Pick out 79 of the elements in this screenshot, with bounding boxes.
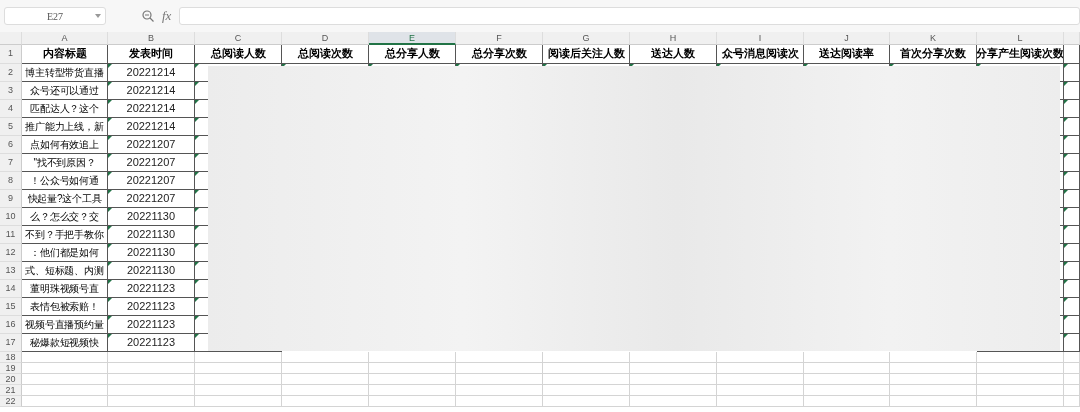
table-cell: 视频号直播预约量 <box>25 319 104 330</box>
column-header[interactable]: H <box>630 32 717 45</box>
column-title: 总阅读次数 <box>297 46 353 62</box>
table-cell: 式、短标题、内测 <box>25 265 104 276</box>
row-number[interactable]: 12 <box>0 244 22 262</box>
row-number[interactable]: 1 <box>0 45 22 64</box>
table-cell: ！公众号如何通 <box>30 175 99 186</box>
row-number[interactable]: 19 <box>0 363 22 374</box>
row-number[interactable]: 17 <box>0 334 22 352</box>
table-cell: 20221123 <box>108 298 195 316</box>
table-cell: 20221130 <box>108 244 195 262</box>
table-cell: 20221130 <box>108 208 195 226</box>
row-number[interactable]: 22 <box>0 396 22 407</box>
table-cell: 点如何有效追上 <box>30 139 99 150</box>
table-cell: ：他们都是如何 <box>30 247 99 258</box>
table-cell: 20221207 <box>108 136 195 154</box>
table-cell: 20221214 <box>108 100 195 118</box>
column-header[interactable]: A <box>22 32 108 45</box>
row-number[interactable]: 13 <box>0 262 22 280</box>
row-number[interactable]: 10 <box>0 208 22 226</box>
column-header[interactable]: D <box>282 32 369 45</box>
column-header[interactable]: J <box>804 32 890 45</box>
table-cell: 么？怎么交？交 <box>30 211 99 222</box>
table-cell: 匹配达人？这个 <box>30 103 99 114</box>
table-cell: 众号还可以通过 <box>30 85 99 96</box>
column-title: 总阅读人数 <box>210 46 266 62</box>
column-header[interactable]: C <box>195 32 282 45</box>
column-title: 发表时间 <box>129 46 173 62</box>
function-label[interactable]: fx <box>162 8 172 24</box>
table-cell: 快起量?这个工具 <box>27 193 102 204</box>
table-cell: 秘爆款短视频快 <box>30 337 99 348</box>
table-cell: 20221207 <box>108 172 195 190</box>
table-cell: 20221214 <box>108 118 195 136</box>
column-header[interactable]: B <box>108 32 195 45</box>
table-cell: "找不到原因？ <box>33 157 96 168</box>
table-cell: 20221130 <box>108 226 195 244</box>
column-header[interactable]: I <box>717 32 804 45</box>
column-title: 众号消息阅读次 <box>721 46 799 62</box>
column-title: 内容标题 <box>42 46 87 62</box>
column-header[interactable]: K <box>890 32 977 45</box>
row-number[interactable]: 8 <box>0 172 22 190</box>
row-number[interactable]: 4 <box>0 100 22 118</box>
column-title: 送达人数 <box>651 46 695 62</box>
row-number[interactable]: 2 <box>0 64 22 82</box>
column-title: 总分享人数 <box>384 46 440 62</box>
column-header[interactable]: E <box>369 32 456 45</box>
column-title: 首次分享次数 <box>900 46 966 62</box>
table-cell: 20221123 <box>108 316 195 334</box>
table-cell: 表情包被索赔！ <box>30 301 99 312</box>
table-cell: 20221123 <box>108 280 195 298</box>
table-cell: 董明珠视频号直 <box>30 283 99 294</box>
table-cell: 推广能力上线，新 <box>25 121 104 132</box>
row-number[interactable]: 5 <box>0 118 22 136</box>
row-number[interactable]: 9 <box>0 190 22 208</box>
row-number[interactable]: 6 <box>0 136 22 154</box>
row-number[interactable]: 21 <box>0 385 22 396</box>
column-header[interactable]: F <box>456 32 543 45</box>
column-header[interactable]: G <box>543 32 630 45</box>
table-cell: 博主转型带货直播 <box>25 67 104 78</box>
row-number[interactable]: 16 <box>0 316 22 334</box>
column-title: 总分享次数 <box>471 46 527 62</box>
column-header[interactable]: L <box>977 32 1064 45</box>
row-number[interactable]: 3 <box>0 82 22 100</box>
row-number[interactable]: 7 <box>0 154 22 172</box>
row-number[interactable]: 18 <box>0 352 22 363</box>
table-cell: 20221123 <box>108 334 195 352</box>
column-title: 阅读后关注人数 <box>547 46 625 62</box>
table-cell: 20221130 <box>108 262 195 280</box>
table-cell: 20221207 <box>108 154 195 172</box>
name-box[interactable]: E27 <box>4 7 106 25</box>
table-cell: 20221207 <box>108 190 195 208</box>
table-cell: 20221214 <box>108 82 195 100</box>
row-number[interactable]: 11 <box>0 226 22 244</box>
row-number[interactable]: 15 <box>0 298 22 316</box>
row-number[interactable]: 14 <box>0 280 22 298</box>
row-number[interactable]: 20 <box>0 374 22 385</box>
column-title: 送达阅读率 <box>819 46 874 62</box>
table-cell: 不到？手把手教你 <box>25 229 104 240</box>
table-cell: 20221214 <box>108 64 195 82</box>
